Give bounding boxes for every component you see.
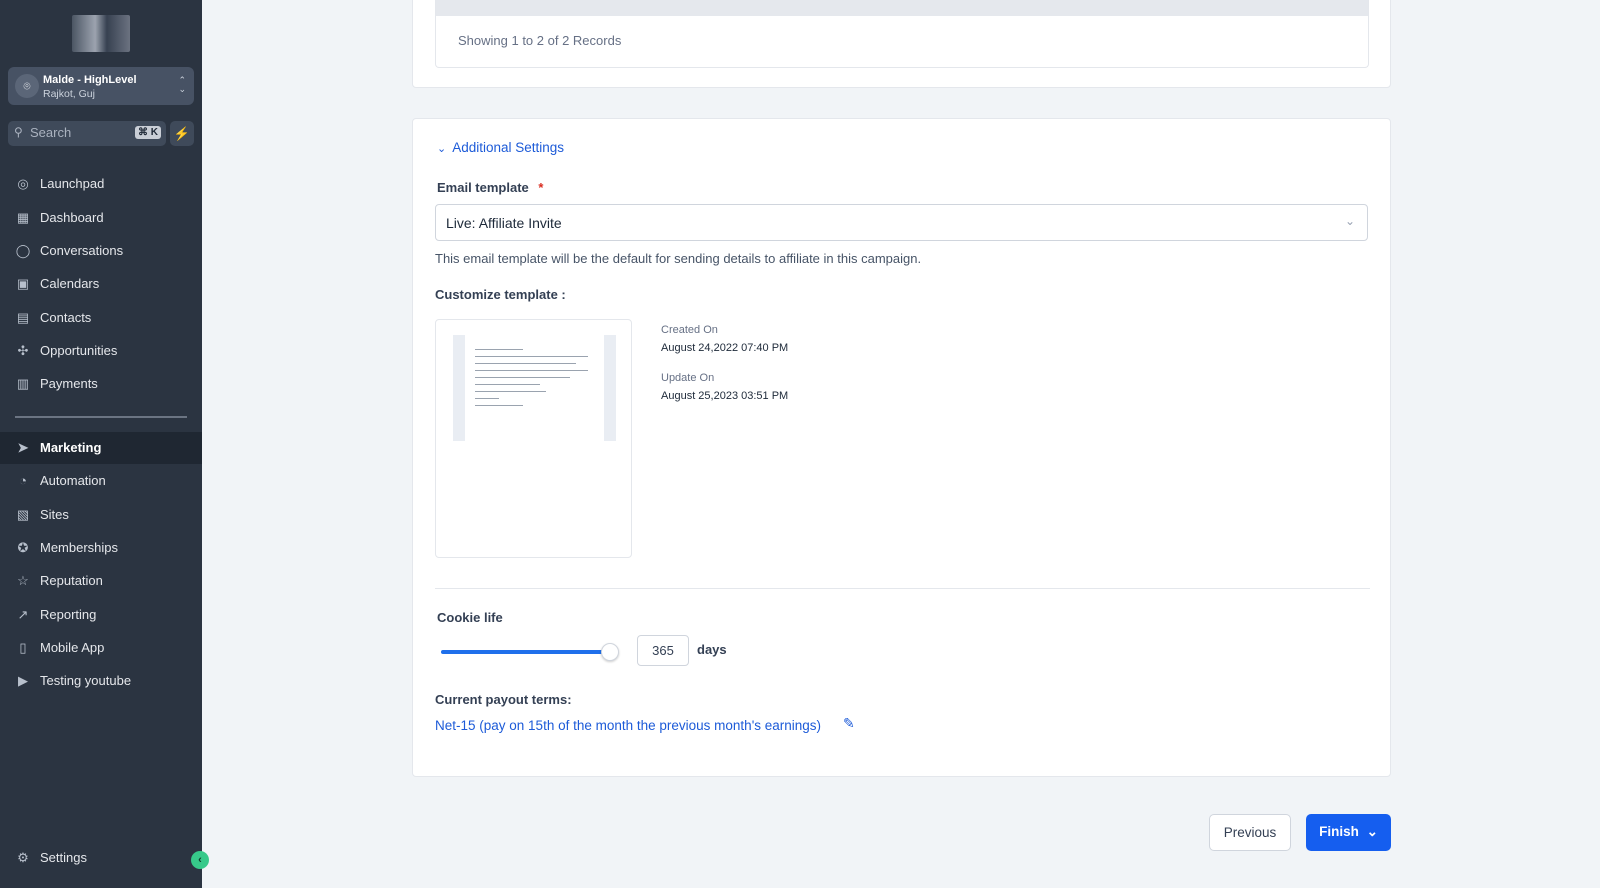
bolt-icon: ⚡: [174, 126, 190, 141]
payout-terms-label: Current payout terms:: [435, 692, 572, 707]
cookie-life-input[interactable]: 365: [637, 635, 689, 666]
chevron-down-icon: ⌄: [1345, 214, 1355, 228]
account-switcher[interactable]: ⌾ Malde - HighLevel Rajkot, Guj ⌃⌄: [8, 67, 194, 105]
payments-icon: ▥: [15, 368, 31, 400]
sidebar-item-reporting[interactable]: ↗ Reporting: [0, 599, 202, 631]
contacts-icon: ▤: [15, 302, 31, 334]
created-label: Created On: [661, 324, 718, 336]
sidebar-item-marketing[interactable]: ➤ Marketing: [0, 432, 202, 464]
chevron-updown-icon: ⌃⌄: [178, 76, 186, 94]
chevron-down-icon: ⌄: [1367, 824, 1378, 839]
trend-icon: ↗: [15, 599, 31, 631]
email-template-select[interactable]: Live: Affiliate Invite ⌄: [435, 204, 1368, 241]
gear-icon: ⚙: [15, 842, 31, 874]
sidebar-item-label: Automation: [40, 473, 106, 488]
sidebar-item-label: Launchpad: [40, 176, 104, 191]
sites-icon: ▧: [15, 499, 31, 531]
sidebar-item-label: Dashboard: [40, 210, 104, 225]
search-input[interactable]: ⚲ Search ⌘ K: [8, 121, 166, 146]
finish-label: Finish: [1319, 824, 1359, 839]
sidebar-item-label: Marketing: [40, 440, 101, 455]
sidebar-item-payments[interactable]: ▥ Payments: [0, 368, 202, 400]
section-divider: [435, 588, 1370, 589]
edit-pencil-icon[interactable]: ✎: [843, 715, 855, 732]
opportunities-icon: ✣: [15, 335, 31, 367]
sidebar-item-label: Reporting: [40, 607, 96, 622]
email-template-help: This email template will be the default …: [435, 251, 921, 266]
calendar-icon: ▣: [15, 268, 31, 300]
collapse-sidebar-button[interactable]: ‹: [191, 851, 209, 869]
table-header: [436, 0, 1368, 16]
records-count: Showing 1 to 2 of 2 Records: [458, 33, 621, 48]
sidebar: ⌾ Malde - HighLevel Rajkot, Guj ⌃⌄ ⚲ Sea…: [0, 0, 202, 888]
sidebar-item-opportunities[interactable]: ✣ Opportunities: [0, 335, 202, 367]
sidebar-item-launchpad[interactable]: ◎ Launchpad: [0, 168, 202, 200]
label-text: Email template: [437, 180, 529, 195]
sidebar-item-label: Settings: [40, 850, 87, 865]
company-logo: [72, 15, 130, 52]
youtube-icon: ▶: [15, 665, 31, 697]
updated-label: Update On: [661, 372, 714, 384]
badge-icon: ✪: [15, 532, 31, 564]
sidebar-item-calendars[interactable]: ▣ Calendars: [0, 268, 202, 300]
star-icon: ☆: [15, 565, 31, 597]
quick-actions-button[interactable]: ⚡: [170, 121, 194, 146]
section-title: Additional Settings: [452, 140, 564, 155]
search-icon: ⚲: [14, 125, 23, 139]
sidebar-item-label: Opportunities: [40, 343, 117, 358]
sidebar-item-label: Reputation: [40, 573, 103, 588]
template-preview[interactable]: [435, 319, 632, 558]
slider-handle[interactable]: [601, 643, 619, 661]
finish-button[interactable]: Finish ⌄: [1306, 814, 1391, 851]
sidebar-item-label: Mobile App: [40, 640, 104, 655]
sidebar-item-settings[interactable]: ⚙ Settings: [0, 842, 202, 874]
updated-value: August 25,2023 03:51 PM: [661, 390, 788, 402]
sidebar-item-memberships[interactable]: ✪ Memberships: [0, 532, 202, 564]
additional-settings-toggle[interactable]: ⌄ Additional Settings: [437, 140, 564, 155]
cookie-unit: days: [697, 642, 727, 657]
created-value: August 24,2022 07:40 PM: [661, 342, 788, 354]
sidebar-item-label: Calendars: [40, 276, 99, 291]
sidebar-item-label: Memberships: [40, 540, 118, 555]
send-icon: ➤: [15, 432, 31, 464]
chat-icon: ◯: [15, 235, 31, 267]
sidebar-item-sites[interactable]: ▧ Sites: [0, 499, 202, 531]
chevron-down-icon: ⌄: [437, 143, 446, 155]
sidebar-item-automation[interactable]: ◔ Automation: [0, 465, 202, 497]
launchpad-icon: ◎: [15, 168, 31, 200]
selected-value: Live: Affiliate Invite: [446, 215, 562, 231]
payout-terms-link[interactable]: Net-15 (pay on 15th of the month the pre…: [435, 718, 821, 733]
cookie-life-slider[interactable]: [441, 650, 611, 654]
sidebar-item-conversations[interactable]: ◯ Conversations: [0, 235, 202, 267]
mobile-icon: ▯: [15, 632, 31, 664]
sidebar-item-testing-youtube[interactable]: ▶ Testing youtube: [0, 665, 202, 697]
template-preview-page: [453, 335, 616, 441]
sidebar-item-reputation[interactable]: ☆ Reputation: [0, 565, 202, 597]
account-location: Rajkot, Guj: [43, 88, 95, 100]
account-name: Malde - HighLevel: [43, 74, 137, 86]
required-marker: *: [538, 180, 543, 195]
email-template-label: Email template *: [437, 180, 543, 195]
search-shortcut: ⌘ K: [135, 126, 161, 139]
sidebar-item-label: Testing youtube: [40, 673, 131, 688]
location-icon: ⌾: [15, 74, 39, 98]
sidebar-item-mobile-app[interactable]: ▯ Mobile App: [0, 632, 202, 664]
previous-button[interactable]: Previous: [1209, 814, 1291, 851]
sidebar-item-dashboard[interactable]: ▦ Dashboard: [0, 202, 202, 234]
sidebar-divider: [15, 416, 187, 418]
records-table: Showing 1 to 2 of 2 Records: [435, 0, 1369, 68]
sidebar-item-label: Contacts: [40, 310, 91, 325]
customize-template-label: Customize template :: [435, 287, 566, 302]
cookie-life-label: Cookie life: [437, 610, 503, 625]
sidebar-item-label: Sites: [40, 507, 69, 522]
search-placeholder: Search: [30, 125, 71, 140]
sidebar-item-contacts[interactable]: ▤ Contacts: [0, 302, 202, 334]
automation-icon: ◔: [15, 465, 31, 497]
sidebar-item-label: Conversations: [40, 243, 123, 258]
dashboard-icon: ▦: [15, 202, 31, 234]
sidebar-item-label: Payments: [40, 376, 98, 391]
